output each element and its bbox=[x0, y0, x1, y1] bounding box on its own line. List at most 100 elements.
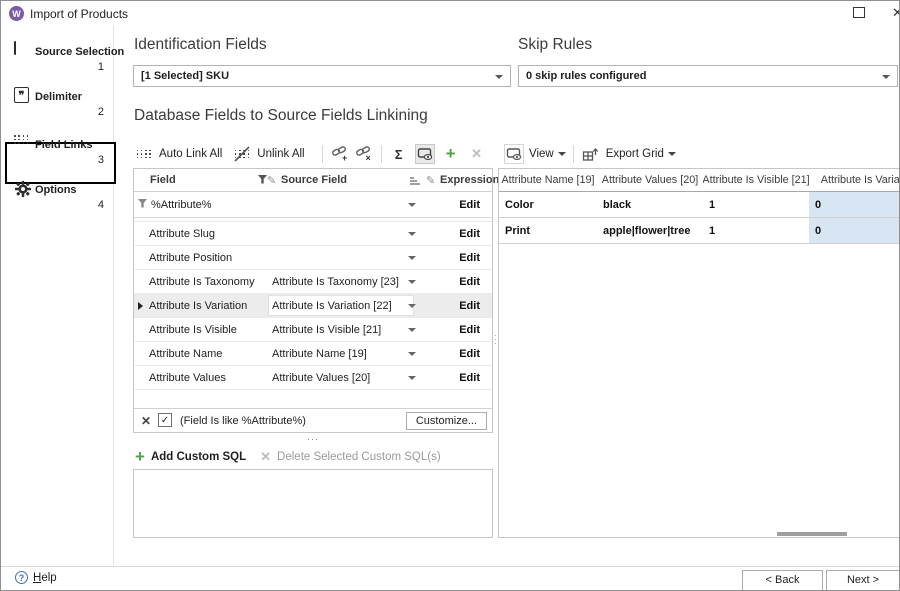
chevron-down-icon bbox=[495, 75, 503, 79]
export-grid-icon bbox=[581, 144, 601, 164]
identification-fields-dropdown[interactable]: [1 Selected] SKU bbox=[133, 65, 511, 87]
filter-funnel-icon bbox=[138, 199, 148, 208]
sidebar-item-field-links[interactable]: Field Links 3 bbox=[1, 129, 114, 169]
unlink-all-button[interactable]: Unlink All bbox=[257, 148, 304, 160]
next-button[interactable]: Next > bbox=[826, 570, 900, 591]
field-row-attribute-is-variation[interactable]: Attribute Is Variation Attribute Is Vari… bbox=[134, 294, 492, 318]
edit-link[interactable]: Edit bbox=[459, 199, 480, 211]
column-header[interactable]: Attribute Is Variation bbox=[809, 169, 900, 191]
chevron-down-icon[interactable] bbox=[408, 256, 416, 260]
edit-link[interactable]: Edit bbox=[459, 228, 480, 240]
import-wizard-window: W Import of Products ✕ Source Selection … bbox=[0, 0, 900, 591]
skip-rules-heading: Skip Rules bbox=[518, 36, 592, 54]
add-row-icon[interactable]: + bbox=[441, 144, 461, 164]
clear-filter-icon[interactable]: ✕ bbox=[141, 414, 151, 428]
chevron-down-icon[interactable] bbox=[408, 232, 416, 236]
table-row[interactable]: Print apple|flower|tree 1 0 bbox=[499, 218, 900, 244]
view-menu-button[interactable]: View bbox=[529, 148, 554, 160]
add-custom-sql-button[interactable]: Add Custom SQL bbox=[151, 451, 246, 463]
window-title: Import of Products bbox=[30, 7, 128, 21]
toolbar-separator bbox=[573, 145, 574, 163]
field-filter-row[interactable]: %Attribute% Edit bbox=[134, 192, 492, 218]
help-link[interactable]: ? Help bbox=[15, 571, 57, 584]
close-button[interactable]: ✕ bbox=[892, 5, 900, 21]
preview-grid-header: Attribute Name [19] Attribute Values [20… bbox=[499, 169, 900, 192]
field-row-attribute-slug[interactable]: Attribute Slug Edit bbox=[134, 222, 492, 246]
expression-column-header[interactable]: Expression bbox=[440, 174, 499, 186]
linking-section-heading: Database Fields to Source Fields Linkini… bbox=[134, 107, 428, 125]
field-row-attribute-is-taxonomy[interactable]: Attribute Is Taxonomy Attribute Is Taxon… bbox=[134, 270, 492, 294]
filter-footer-bar: ✕ ✓ (Field Is like %Attribute%) Customiz… bbox=[134, 408, 492, 432]
toolbar-separator bbox=[381, 145, 382, 163]
active-filter-text: (Field Is like %Attribute%) bbox=[180, 415, 306, 427]
back-button[interactable]: < Back bbox=[742, 570, 823, 591]
skip-rules-dropdown[interactable]: 0 skip rules configured bbox=[518, 65, 898, 87]
preview-toggle-icon[interactable] bbox=[415, 144, 435, 164]
identification-fields-heading: Identification Fields bbox=[134, 36, 267, 54]
delimiter-quote-icon: ❞ bbox=[14, 87, 31, 104]
svg-text:×: × bbox=[365, 153, 370, 162]
toolbar-separator bbox=[322, 145, 323, 163]
app-logo-icon: W bbox=[9, 6, 24, 21]
edit-link[interactable]: Edit bbox=[459, 300, 480, 312]
chevron-down-icon[interactable] bbox=[408, 203, 416, 207]
field-row-attribute-name[interactable]: Attribute Name Attribute Name [19] Edit bbox=[134, 342, 492, 366]
chevron-down-icon[interactable] bbox=[408, 280, 416, 284]
pencil-icon: ✎ bbox=[267, 174, 276, 187]
title-bar: W Import of Products ✕ bbox=[1, 1, 899, 25]
field-row-attribute-values[interactable]: Attribute Values Attribute Values [20] E… bbox=[134, 366, 492, 390]
gear-icon bbox=[14, 180, 31, 197]
vertical-splitter-handle[interactable]: ··· bbox=[494, 334, 497, 346]
auto-link-icon bbox=[134, 144, 154, 164]
chevron-down-icon bbox=[558, 152, 566, 156]
auto-link-all-button[interactable]: Auto Link All bbox=[159, 148, 222, 160]
table-row[interactable]: Color black 1 0 bbox=[499, 192, 900, 218]
unlink-icon bbox=[232, 144, 252, 164]
edit-link[interactable]: Edit bbox=[459, 348, 480, 360]
maximize-button[interactable] bbox=[853, 7, 865, 18]
filter-enabled-checkbox[interactable]: ✓ bbox=[158, 413, 172, 427]
export-grid-button[interactable]: Export Grid bbox=[606, 148, 664, 160]
chevron-down-icon[interactable] bbox=[408, 376, 416, 380]
selected-row-marker-icon bbox=[138, 302, 143, 310]
remove-link-icon[interactable]: × bbox=[354, 144, 374, 164]
chevron-down-icon[interactable] bbox=[408, 304, 416, 308]
column-header[interactable]: Attribute Name [19] bbox=[499, 169, 597, 191]
horizontal-scrollbar[interactable] bbox=[777, 532, 847, 536]
expression-sigma-icon[interactable]: Σ bbox=[389, 144, 409, 164]
field-row-attribute-position[interactable]: Attribute Position Edit bbox=[134, 246, 492, 270]
delete-row-icon: ✕ bbox=[467, 144, 487, 164]
add-link-icon[interactable]: + bbox=[330, 144, 350, 164]
sidebar-item-source-selection[interactable]: Source Selection 1 bbox=[1, 39, 114, 79]
svg-text:+: + bbox=[342, 153, 347, 162]
field-table-header: Field ✎ Source Field ✎ Expression bbox=[134, 169, 492, 192]
preview-toolbar: View Export Grid bbox=[504, 142, 676, 166]
delete-icon: ✕ bbox=[260, 449, 271, 465]
horizontal-splitter-handle[interactable]: ··· bbox=[301, 434, 325, 444]
document-icon bbox=[14, 42, 31, 59]
field-column-header[interactable]: Field bbox=[150, 174, 176, 186]
edit-link[interactable]: Edit bbox=[459, 252, 480, 264]
add-icon: + bbox=[135, 447, 145, 467]
custom-sql-toolbar: + Add Custom SQL ✕ Delete Selected Custo… bbox=[135, 447, 441, 467]
chevron-down-icon[interactable] bbox=[408, 352, 416, 356]
edit-link[interactable]: Edit bbox=[459, 372, 480, 384]
sidebar-item-delimiter[interactable]: ❞ Delimiter 2 bbox=[1, 84, 114, 124]
view-eye-icon bbox=[504, 144, 524, 164]
edit-link[interactable]: Edit bbox=[459, 276, 480, 288]
source-field-column-header[interactable]: Source Field bbox=[281, 174, 347, 186]
delete-custom-sql-button: Delete Selected Custom SQL(s) bbox=[277, 451, 441, 463]
column-header[interactable]: Attribute Values [20] bbox=[597, 169, 703, 191]
edit-link[interactable]: Edit bbox=[459, 324, 480, 336]
sort-icon bbox=[410, 176, 421, 185]
preview-grid: Attribute Name [19] Attribute Values [20… bbox=[498, 168, 900, 538]
dotted-grid-icon bbox=[14, 135, 31, 152]
customize-filter-button[interactable]: Customize... bbox=[406, 412, 487, 430]
sidebar-item-options[interactable]: Options 4 bbox=[1, 177, 114, 217]
custom-sql-list[interactable] bbox=[133, 469, 493, 538]
column-header[interactable]: Attribute Is Visible [21] bbox=[703, 169, 809, 191]
chevron-down-icon bbox=[668, 152, 676, 156]
chevron-down-icon[interactable] bbox=[408, 328, 416, 332]
chevron-down-icon bbox=[882, 75, 890, 79]
field-row-attribute-is-visible[interactable]: Attribute Is Visible Attribute Is Visibl… bbox=[134, 318, 492, 342]
